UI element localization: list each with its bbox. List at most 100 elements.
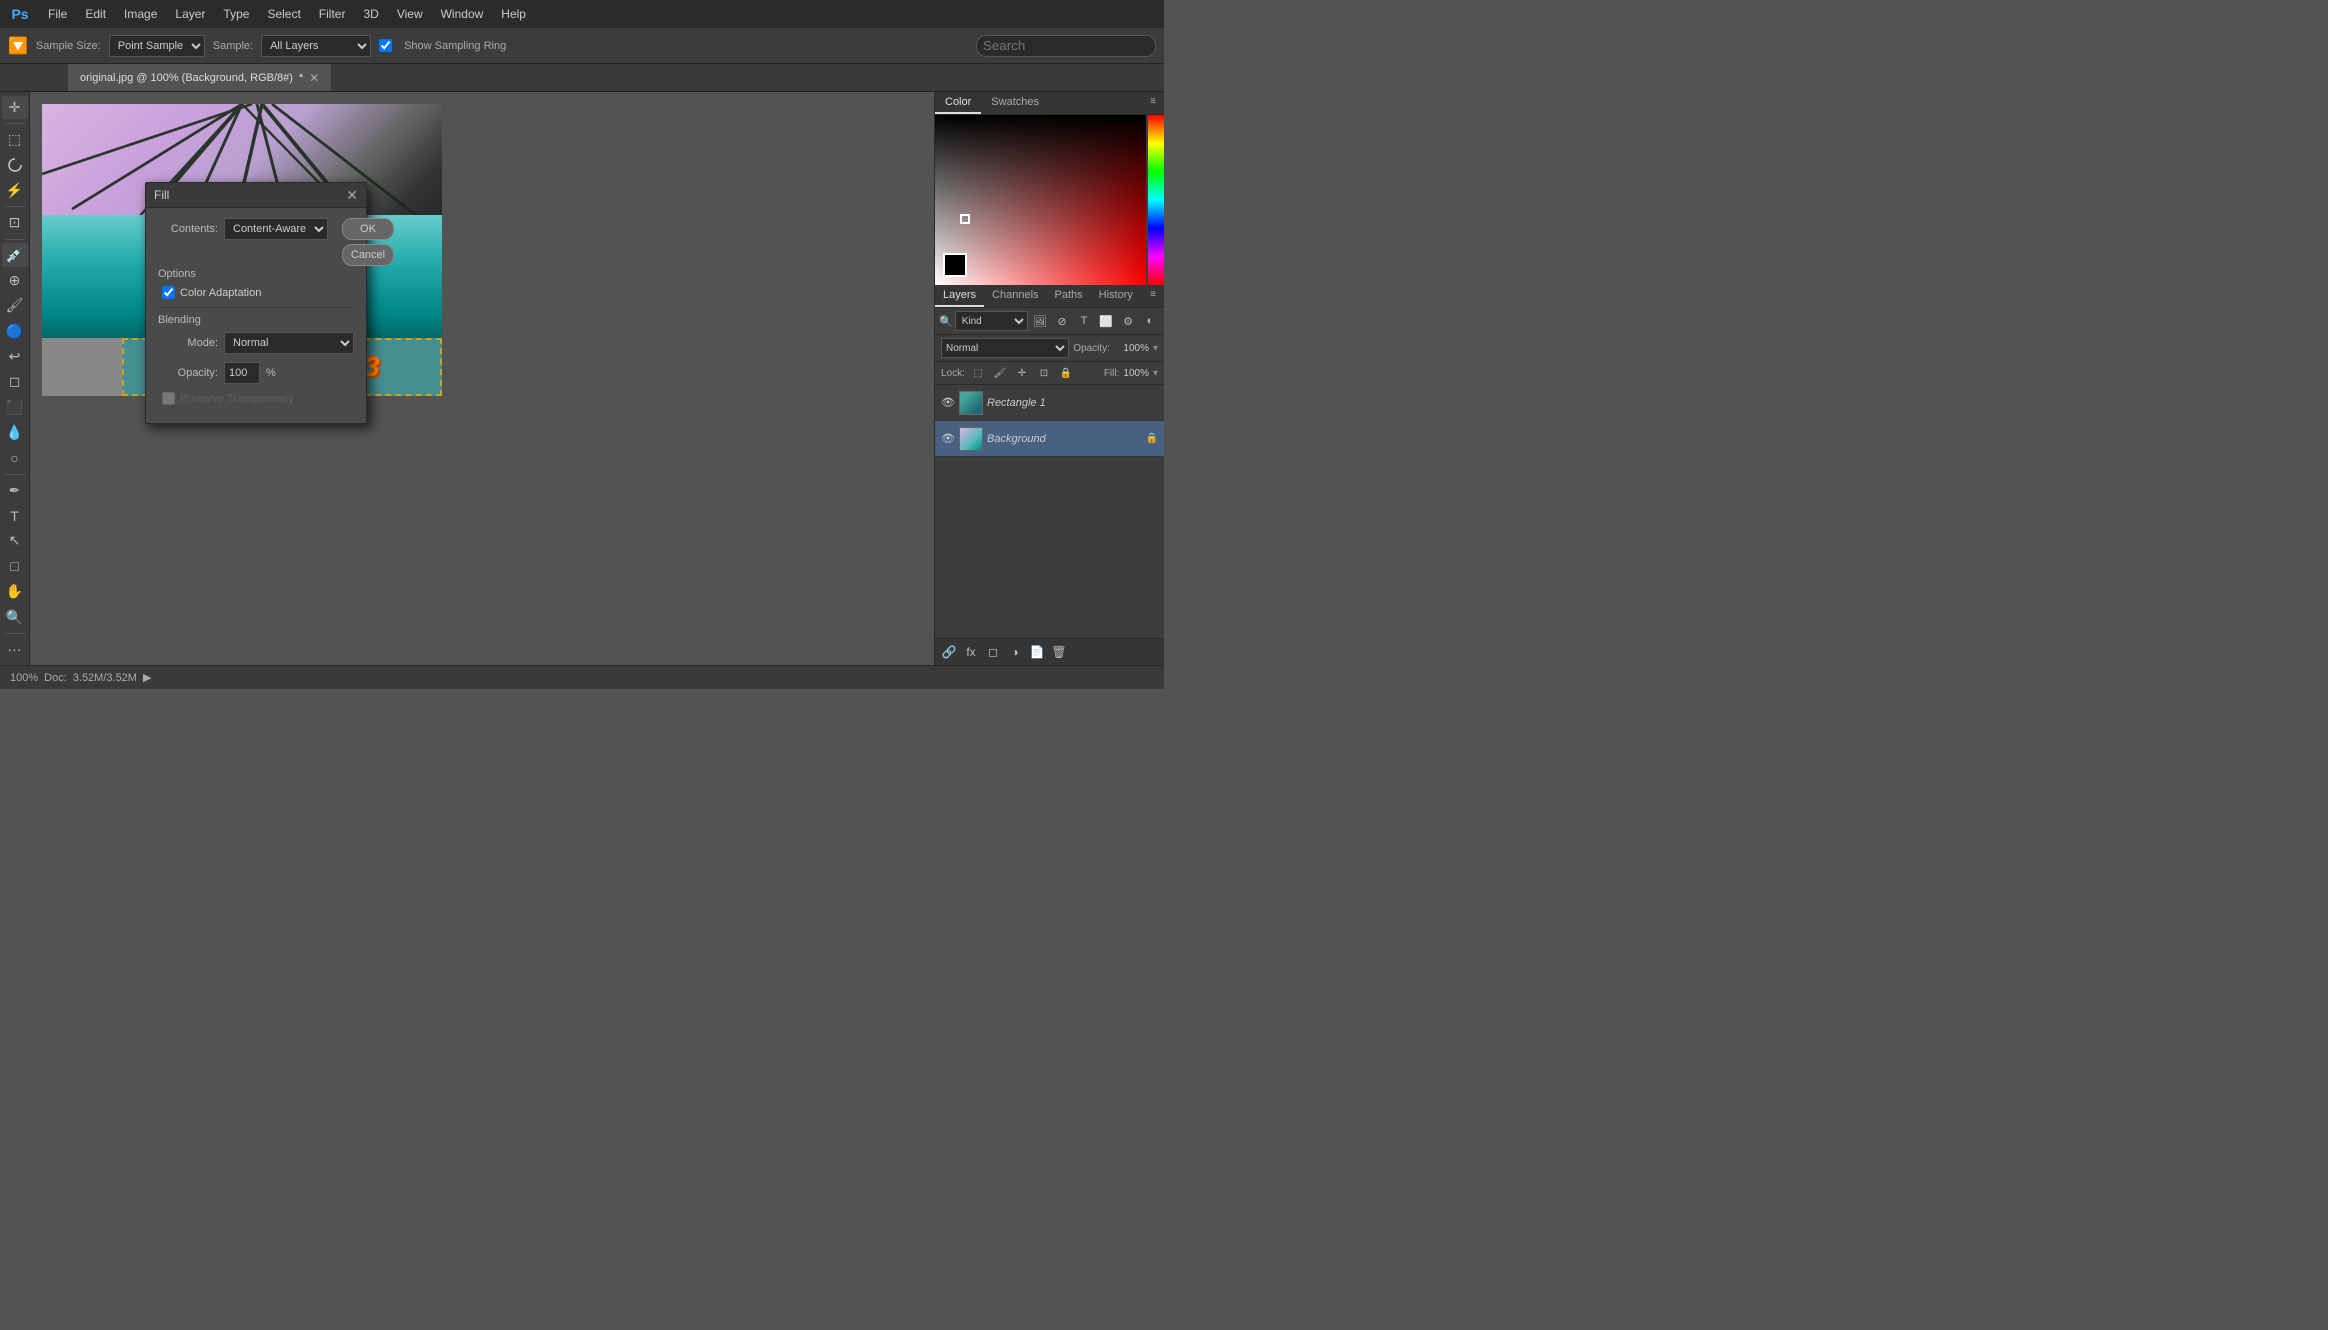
menu-bar: Ps File Edit Image Layer Type Select Fil… xyxy=(0,0,1164,28)
add-style-btn[interactable]: fx xyxy=(961,642,981,662)
menu-view[interactable]: View xyxy=(389,5,431,23)
tab-color[interactable]: Color xyxy=(935,92,981,114)
eyedropper-tool[interactable]: 💉 xyxy=(2,243,28,266)
zoom-level: 100% xyxy=(10,672,38,684)
lock-transparent-btn[interactable]: ⬚ xyxy=(969,364,987,382)
healing-tool[interactable]: ⊕ xyxy=(2,269,28,292)
shape-tool[interactable]: □ xyxy=(2,555,28,578)
eraser-tool[interactable]: ◻ xyxy=(2,370,28,393)
delete-layer-btn[interactable]: 🗑 xyxy=(1049,642,1069,662)
color-adaptation-label: Color Adaptation xyxy=(180,287,261,299)
gradient-tool[interactable]: ⬛ xyxy=(2,396,28,419)
menu-filter[interactable]: Filter xyxy=(311,5,354,23)
color-panel-menu[interactable]: ≡ xyxy=(1142,92,1164,114)
lock-image-btn[interactable]: 🖌 xyxy=(991,364,1009,382)
blending-section-label: Blending xyxy=(158,314,354,326)
layer-mode-select[interactable]: Normal xyxy=(941,338,1069,358)
layer-item[interactable]: 👁 Background 🔒 xyxy=(935,421,1164,457)
arrow-tool[interactable]: ↖ xyxy=(2,529,28,552)
document-tab[interactable]: original.jpg @ 100% (Background, RGB/8#)… xyxy=(68,64,332,91)
more-tools[interactable]: ··· xyxy=(2,638,28,661)
magic-wand-tool[interactable]: ⚡ xyxy=(2,179,28,202)
new-fill-layer-btn[interactable]: ◑ xyxy=(1005,642,1025,662)
new-layer-btn[interactable]: 📄 xyxy=(1027,642,1047,662)
layer-visibility-toggle[interactable]: 👁 xyxy=(941,396,955,409)
menu-window[interactable]: Window xyxy=(433,5,492,23)
tab-paths[interactable]: Paths xyxy=(1047,285,1091,307)
adjustment-filter-btn[interactable]: ⊘ xyxy=(1052,311,1072,331)
contents-select[interactable]: Content-Aware xyxy=(224,218,328,240)
tab-channels[interactable]: Channels xyxy=(984,285,1046,307)
layers-kind-select[interactable]: Kind xyxy=(955,311,1028,331)
sample-size-select[interactable]: Point Sample xyxy=(109,35,205,57)
opacity-value[interactable]: 100% xyxy=(1114,343,1149,354)
menu-file[interactable]: File xyxy=(40,5,75,23)
status-bar: 100% Doc: 3.52M/3.52M ▶ xyxy=(0,665,1164,689)
color-picker-gradient[interactable] xyxy=(935,115,1146,285)
lock-position-btn[interactable]: ✛ xyxy=(1013,364,1031,382)
select-tool[interactable]: ⬚ xyxy=(2,128,28,151)
move-tool[interactable]: ✛ xyxy=(2,96,28,119)
menu-edit[interactable]: Edit xyxy=(77,5,114,23)
search-input[interactable] xyxy=(976,35,1156,57)
opacity-input[interactable]: 100 xyxy=(224,362,260,384)
color-adaptation-checkbox[interactable] xyxy=(162,286,175,299)
sample-select[interactable]: All Layers xyxy=(261,35,371,57)
show-ring-checkbox[interactable] xyxy=(379,39,392,52)
menu-help[interactable]: Help xyxy=(493,5,534,23)
foreground-color[interactable] xyxy=(943,253,967,277)
main-layout: ✛ ⬚ ⚡ ⊡ 💉 ⊕ 🖌 🔵 ↩ ◻ ⬛ 💧 ○ ✒ T ↖ □ ✋ 🔍 ··… xyxy=(0,92,1164,665)
text-tool[interactable]: T xyxy=(2,504,28,527)
options-section-label: Options xyxy=(158,268,354,280)
brush-tool[interactable]: 🖌 xyxy=(2,294,28,317)
fill-dialog-close[interactable]: ✕ xyxy=(346,188,358,202)
layers-bottom-bar: 🔗 fx ◻ ◑ 📄 🗑 xyxy=(935,638,1164,665)
menu-select[interactable]: Select xyxy=(259,5,308,23)
link-layers-btn[interactable]: 🔗 xyxy=(939,642,959,662)
document-tab-close[interactable]: ✕ xyxy=(309,71,319,85)
clone-tool[interactable]: 🔵 xyxy=(2,320,28,343)
layers-filter-row: 🔍 Kind 🖼 ⊘ T ⬜ ⚙ ◐ xyxy=(935,308,1164,335)
fill-value[interactable]: 100% xyxy=(1123,368,1149,379)
tab-swatches[interactable]: Swatches xyxy=(981,92,1049,114)
opacity-dropdown[interactable]: ▾ xyxy=(1153,343,1158,354)
pen-tool[interactable]: ✒ xyxy=(2,479,28,502)
menu-image[interactable]: Image xyxy=(116,5,165,23)
zoom-tool[interactable]: 🔍 xyxy=(2,605,28,628)
layer-visibility-toggle[interactable]: 👁 xyxy=(941,432,955,445)
menu-3d[interactable]: 3D xyxy=(355,5,386,23)
add-mask-btn[interactable]: ◻ xyxy=(983,642,1003,662)
layers-panel-menu[interactable]: ≡ xyxy=(1142,285,1164,307)
layers-list: 👁 Rectangle 1 👁 Background 🔒 xyxy=(935,385,1164,638)
tab-history[interactable]: History xyxy=(1091,285,1141,307)
lock-artboard-btn[interactable]: ⊡ xyxy=(1035,364,1053,382)
pixel-filter-btn[interactable]: 🖼 xyxy=(1030,311,1050,331)
preserve-transparency-checkbox[interactable] xyxy=(162,392,175,405)
layer-thumbnail xyxy=(959,427,983,451)
mode-select[interactable]: Normal xyxy=(224,332,354,354)
fill-ok-button[interactable]: OK xyxy=(342,218,394,240)
lasso-tool[interactable] xyxy=(2,154,28,177)
fill-cancel-button[interactable]: Cancel xyxy=(342,244,394,266)
options-bar: 🔽 Sample Size: Point Sample Sample: All … xyxy=(0,28,1164,64)
eyedropper-tool-icon[interactable]: 🔽 xyxy=(8,36,28,56)
status-arrow[interactable]: ▶ xyxy=(143,671,151,684)
menu-type[interactable]: Type xyxy=(215,5,257,23)
fill-dialog-titlebar[interactable]: Fill ✕ xyxy=(146,183,366,208)
menu-layer[interactable]: Layer xyxy=(167,5,213,23)
blur-tool[interactable]: 💧 xyxy=(2,421,28,444)
fill-dropdown[interactable]: ▾ xyxy=(1153,368,1158,379)
history-brush[interactable]: ↩ xyxy=(2,345,28,368)
left-toolbar: ✛ ⬚ ⚡ ⊡ 💉 ⊕ 🖌 🔵 ↩ ◻ ⬛ 💧 ○ ✒ T ↖ □ ✋ 🔍 ··… xyxy=(0,92,30,665)
smart-filter-btn[interactable]: ⚙ xyxy=(1118,311,1138,331)
crop-tool[interactable]: ⊡ xyxy=(2,211,28,234)
filter-toggle-btn[interactable]: ◐ xyxy=(1140,311,1160,331)
lock-all-btn[interactable]: 🔒 xyxy=(1057,364,1075,382)
color-spectrum-bar[interactable] xyxy=(1148,115,1164,285)
tab-layers[interactable]: Layers xyxy=(935,285,984,307)
hand-tool[interactable]: ✋ xyxy=(2,580,28,603)
layer-item[interactable]: 👁 Rectangle 1 xyxy=(935,385,1164,421)
text-filter-btn[interactable]: T xyxy=(1074,311,1094,331)
shape-filter-btn[interactable]: ⬜ xyxy=(1096,311,1116,331)
dodge-tool[interactable]: ○ xyxy=(2,446,28,469)
